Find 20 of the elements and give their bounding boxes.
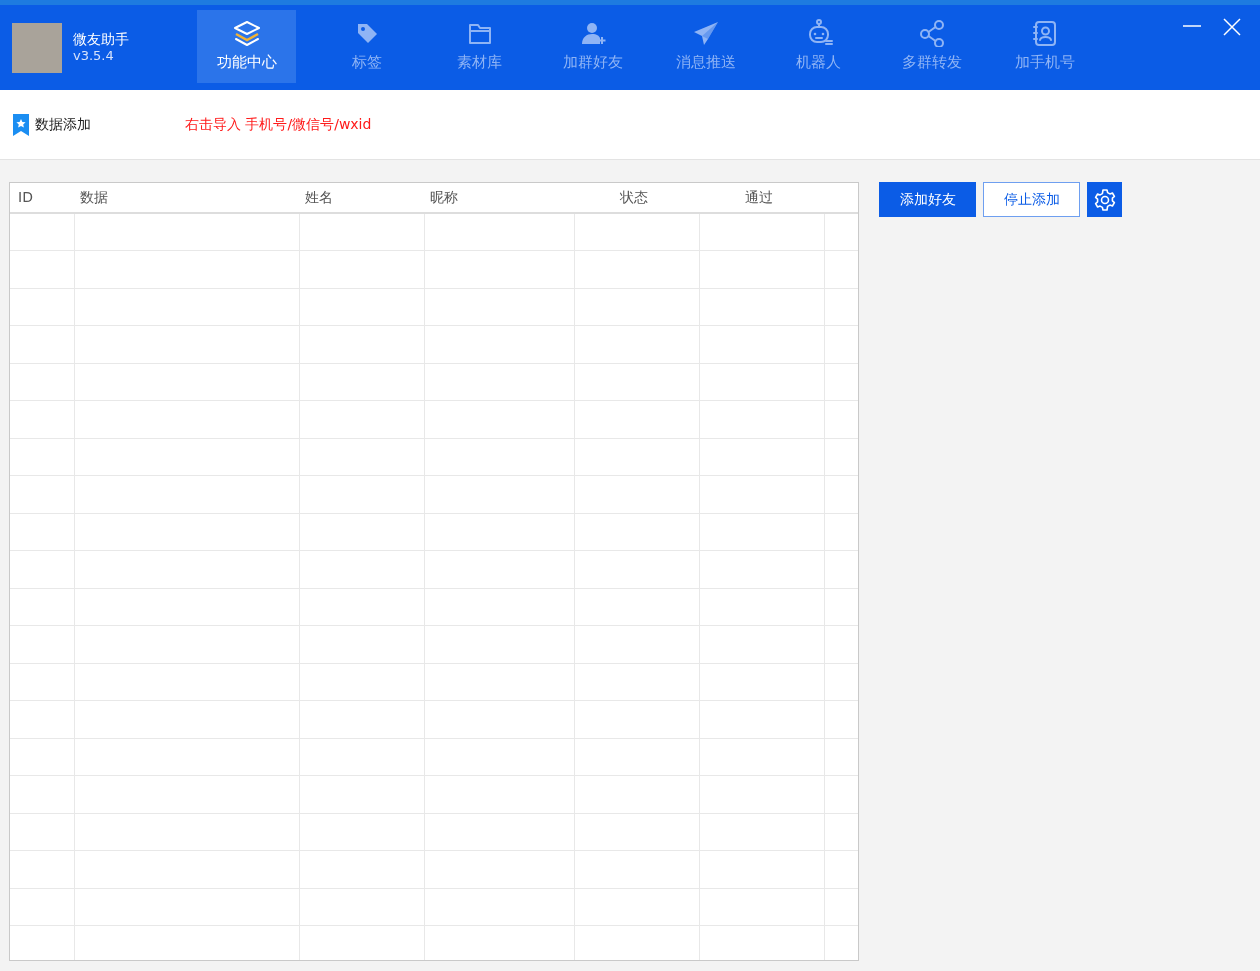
nav-tab[interactable]: 功能中心: [197, 10, 296, 83]
add-friend-button[interactable]: 添加好友: [879, 182, 976, 217]
nav-tab[interactable]: 加手机号: [988, 10, 1101, 83]
nav-tab[interactable]: 素材库: [423, 10, 536, 83]
app-name: 微友助手: [73, 29, 129, 49]
nav-tab[interactable]: 消息推送: [649, 10, 762, 83]
import-hint: 右击导入 手机号/微信号/wxid: [185, 115, 372, 134]
settings-icon: [1092, 187, 1117, 212]
settings-button[interactable]: [1087, 182, 1122, 217]
close-icon[interactable]: [1222, 17, 1242, 37]
nav-tab[interactable]: 加群好友: [536, 10, 649, 83]
app-version: v3.5.4: [73, 48, 115, 66]
nav-tab[interactable]: 标签: [310, 10, 423, 83]
nav-tab[interactable]: 多群转发: [875, 10, 988, 83]
avatar-photo-placeholder: [12, 22, 62, 73]
layers-icon: [231, 19, 262, 48]
stop-add-button[interactable]: 停止添加: [983, 182, 1080, 217]
bookmark-star-icon: [11, 112, 31, 137]
section-title: 数据添加: [35, 115, 92, 134]
nav-tab[interactable]: 机器人: [762, 10, 875, 83]
